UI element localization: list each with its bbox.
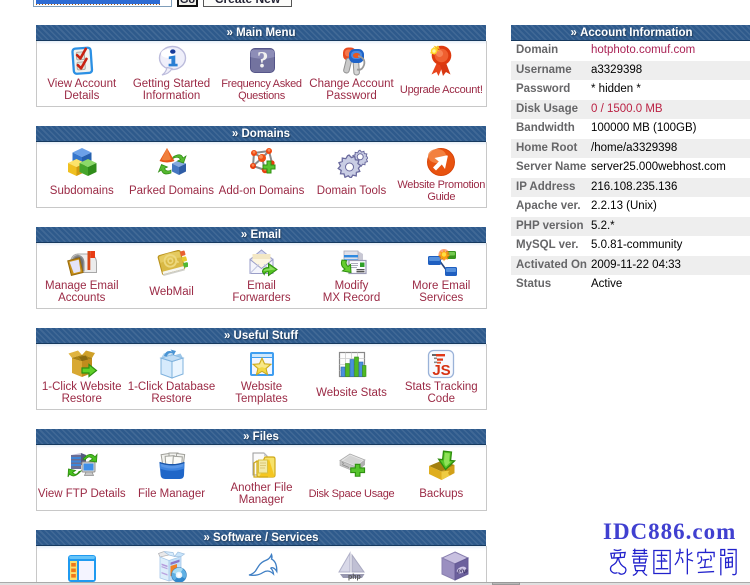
svg-text:php: php [348,574,361,581]
svg-text:php: php [457,569,469,575]
svg-text:JS: JS [433,362,451,379]
svg-text:?: ? [257,48,269,73]
